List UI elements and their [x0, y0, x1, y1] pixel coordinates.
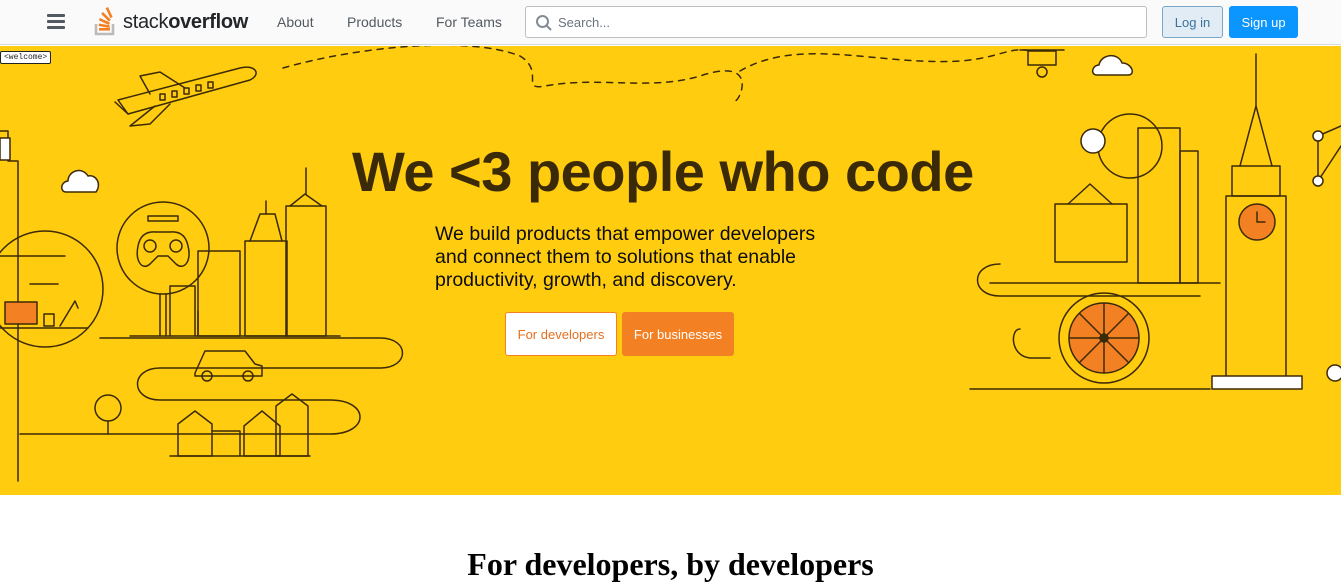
- house-icon: [169, 393, 311, 457]
- hero-subtitle: We build products that empower developer…: [435, 223, 816, 291]
- stackoverflow-logo-icon: [94, 7, 115, 36]
- signup-button[interactable]: Sign up: [1229, 6, 1298, 38]
- welcome-tag: <welcome>: [0, 51, 52, 64]
- sync-icon: [1080, 128, 1106, 154]
- nav-about[interactable]: About: [277, 14, 314, 30]
- logo-text: stackoverflow: [123, 10, 249, 33]
- search-icon: [536, 15, 552, 31]
- menu-icon[interactable]: [45, 13, 67, 31]
- nav-for-teams[interactable]: For Teams: [436, 14, 502, 30]
- ferris-wheel-icon: [1058, 292, 1150, 384]
- search-input[interactable]: [558, 7, 1138, 37]
- car-icon: [194, 350, 263, 382]
- login-button[interactable]: Log in: [1162, 6, 1223, 38]
- city-skyline-icon: [129, 167, 341, 337]
- big-ben-icon: [1211, 53, 1303, 390]
- hero-banner: <welcome> We <3 people who code We build…: [0, 46, 1341, 495]
- desk-icon: [0, 255, 89, 329]
- search-box[interactable]: [525, 6, 1147, 38]
- airplane-icon: [114, 66, 257, 127]
- top-bar: stackoverflow About Products For Teams L…: [0, 0, 1341, 45]
- section-heading: For developers, by developers: [467, 546, 874, 582]
- gamepad-icon: [136, 215, 190, 267]
- nav-products[interactable]: Products: [347, 14, 402, 30]
- for-businesses-button[interactable]: For businesses: [622, 312, 734, 356]
- for-developers-button[interactable]: For developers: [505, 312, 617, 356]
- stackoverflow-logo[interactable]: stackoverflow: [93, 6, 248, 38]
- hero-title: We <3 people who code: [352, 140, 974, 203]
- drone-icon: [1019, 49, 1065, 78]
- tree-icon: [94, 394, 122, 435]
